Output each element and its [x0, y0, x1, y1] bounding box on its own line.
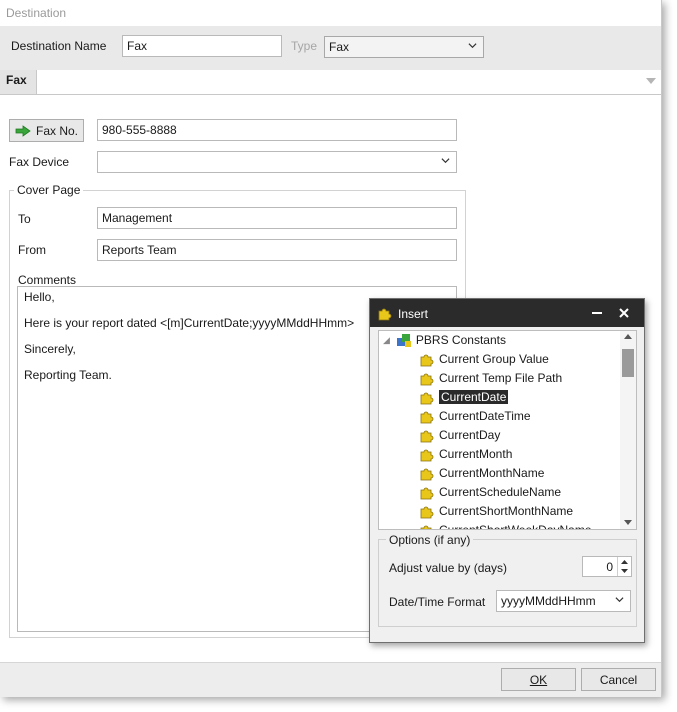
collapse-icon[interactable]: ◢ [383, 335, 390, 346]
fax-device-select[interactable] [97, 151, 457, 173]
puzzle-icon [420, 411, 434, 424]
type-select[interactable]: Fax [324, 36, 484, 58]
tree-root-label: PBRS Constants [415, 333, 506, 347]
tree-item[interactable]: Current Temp File Path [419, 369, 562, 387]
type-label: Type [291, 39, 318, 53]
chevron-down-icon [441, 158, 450, 164]
format-value: yyyyMMddHHmm [501, 594, 596, 608]
scroll-up-icon[interactable] [624, 334, 632, 339]
tab-strip [0, 70, 661, 95]
puzzle-icon [420, 468, 434, 481]
spin-down-icon[interactable] [621, 569, 628, 573]
tree-item-label: Current Group Value [439, 352, 549, 366]
tree-item-label: CurrentDate [439, 390, 509, 404]
ok-button[interactable]: OK [501, 668, 576, 691]
tab-fax-label: Fax [6, 73, 27, 87]
spin-up-icon[interactable] [621, 560, 628, 564]
puzzle-icon [420, 430, 434, 443]
adjust-spinner[interactable] [617, 557, 632, 576]
constants-icon [396, 334, 411, 347]
tree-item[interactable]: CurrentScheduleName [419, 483, 561, 501]
window-title: Destination [6, 6, 67, 20]
scroll-down-icon[interactable] [624, 520, 632, 525]
puzzle-icon [420, 373, 434, 386]
tree-item-label: CurrentScheduleName [439, 485, 562, 499]
format-label: Date/Time Format [389, 595, 486, 609]
adjust-label: Adjust value by (days) [389, 561, 508, 575]
tree-item[interactable]: CurrentShortWeekDayName [419, 521, 592, 530]
puzzle-icon [420, 354, 434, 367]
from-label: From [18, 243, 46, 257]
tree-item[interactable]: CurrentShortMonthName [419, 502, 573, 520]
close-icon[interactable] [619, 308, 629, 318]
tree-item-label: Current Temp File Path [439, 371, 563, 385]
type-select-value: Fax [329, 40, 350, 54]
fax-no-button-label: Fax No. [35, 123, 78, 138]
comments-line: Here is your report dated <[m]CurrentDat… [24, 316, 355, 330]
to-label: To [18, 212, 31, 226]
cancel-button-label: Cancel [599, 672, 638, 687]
comments-label: Comments [18, 273, 77, 287]
title-bar: Destination [0, 0, 661, 26]
fax-number-input[interactable]: 980-555-8888 [97, 119, 457, 141]
fax-device-label: Fax Device [9, 155, 70, 169]
chevron-down-icon [615, 597, 624, 603]
constants-tree[interactable]: ◢ PBRS Constants Current Group Value Curr… [378, 330, 637, 530]
minimize-icon[interactable] [592, 312, 602, 314]
tree-item-selected[interactable]: CurrentDate [419, 388, 509, 406]
destination-name-input[interactable]: Fax [122, 35, 282, 57]
tree-root-pbrs-constants[interactable]: ◢ PBRS Constants [383, 331, 506, 349]
tree-item-label: CurrentDateTime [439, 409, 531, 423]
cancel-button[interactable]: Cancel [581, 668, 656, 691]
tab-fax[interactable]: Fax [0, 70, 37, 94]
puzzle-icon [420, 506, 434, 519]
ok-button-label: OK [529, 672, 548, 687]
destination-name-label: Destination Name [11, 39, 107, 53]
comments-line: Reporting Team. [24, 368, 112, 382]
format-select[interactable]: yyyyMMddHHmm [496, 590, 631, 612]
comments-line: Sincerely, [24, 342, 76, 356]
puzzle-icon [420, 487, 434, 500]
tree-item-label: CurrentMonth [439, 447, 513, 461]
tree-scrollbar[interactable] [620, 331, 636, 529]
tree-item-label: CurrentMonthName [439, 466, 545, 480]
tree-item-label: CurrentDay [439, 428, 501, 442]
insert-dialog-title: Insert [398, 307, 429, 321]
puzzle-icon [378, 308, 392, 321]
fax-no-button[interactable]: Fax No. [9, 119, 84, 142]
to-input[interactable]: Management [97, 207, 457, 229]
arrow-right-icon [15, 124, 31, 137]
tree-item[interactable]: CurrentMonthName [419, 464, 544, 482]
tree-item-label: CurrentShortMonthName [439, 504, 574, 518]
puzzle-icon [420, 525, 432, 529]
tree-item[interactable]: CurrentDay [419, 426, 500, 444]
puzzle-icon [420, 392, 434, 405]
tab-dropdown-icon[interactable] [646, 78, 656, 85]
scroll-thumb[interactable] [622, 349, 634, 377]
insert-dialog-titlebar[interactable]: Insert [370, 299, 644, 327]
tree-item-label: CurrentShortWeekDayName [439, 523, 592, 530]
puzzle-icon [420, 449, 434, 462]
comments-line: Hello, [24, 290, 55, 304]
tree-item[interactable]: CurrentMonth [419, 445, 512, 463]
chevron-down-icon [468, 43, 477, 49]
tree-item[interactable]: Current Group Value [419, 350, 549, 368]
from-input[interactable]: Reports Team [97, 239, 457, 261]
cover-page-legend: Cover Page [14, 183, 84, 197]
insert-dialog: Insert ◢ PBRS Constants Current Group Va… [369, 298, 645, 643]
tree-item[interactable]: CurrentDateTime [419, 407, 531, 425]
options-legend: Options (if any) [386, 533, 474, 547]
options-group [378, 539, 637, 627]
